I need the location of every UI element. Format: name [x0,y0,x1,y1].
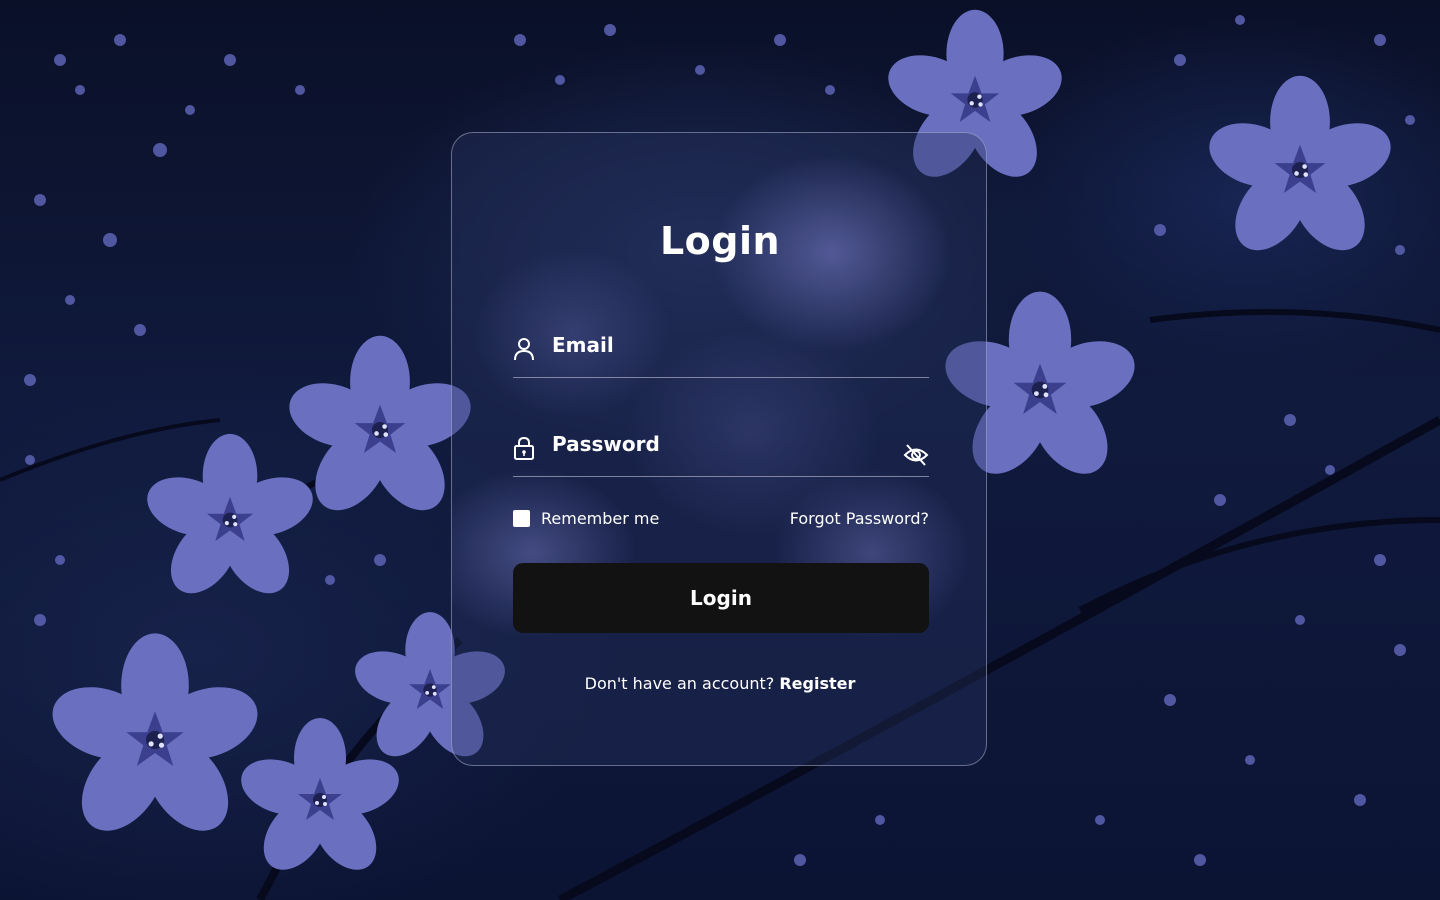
lock-icon [514,436,534,460]
password-label: Password [552,432,660,456]
options-row: Remember me Forgot Password? [513,510,929,534]
register-link[interactable]: Register [779,674,855,693]
remember-me-checkbox[interactable] [513,510,530,527]
login-card: Login Email Password Remember me Forgot … [451,132,987,766]
remember-me-label[interactable]: Remember me [541,510,659,528]
forgot-password-link[interactable]: Forgot Password? [790,510,929,528]
register-prompt: Don't have an account? Register [452,674,986,693]
eye-off-icon[interactable] [903,442,929,468]
login-title: Login [659,219,781,263]
login-button[interactable]: Login [513,563,929,633]
user-icon [514,338,534,361]
email-label: Email [552,333,614,357]
register-prompt-text: Don't have an account? [584,674,775,693]
email-field[interactable]: Email [513,325,929,378]
password-field[interactable]: Password [513,424,929,477]
